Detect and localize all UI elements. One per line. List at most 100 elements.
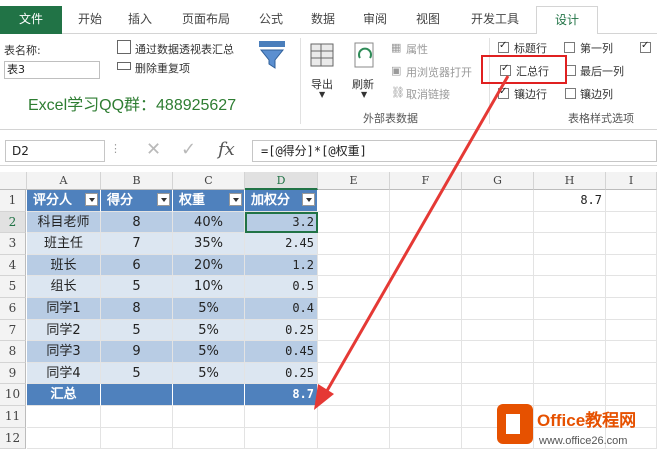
grid-cell[interactable] bbox=[606, 190, 657, 212]
grid-cell[interactable] bbox=[534, 211, 606, 234]
select-all-corner[interactable] bbox=[0, 172, 27, 190]
grid-cell[interactable] bbox=[462, 341, 534, 363]
row-header[interactable]: 7 bbox=[0, 319, 26, 342]
table-data-cell[interactable]: 35% bbox=[173, 233, 245, 255]
name-box[interactable]: D2 bbox=[5, 140, 105, 162]
tab-view[interactable]: 视图 bbox=[412, 8, 444, 34]
total-value-cell[interactable]: 8.7 bbox=[245, 384, 318, 406]
cell-h1[interactable]: 8.7 bbox=[534, 190, 606, 212]
row-header[interactable]: 4 bbox=[0, 254, 26, 277]
grid-cell[interactable] bbox=[318, 211, 390, 234]
column-header-g[interactable]: G bbox=[462, 172, 534, 190]
table-data-cell[interactable]: 20% bbox=[173, 254, 245, 277]
table-name-input[interactable]: 表3 bbox=[4, 61, 100, 79]
grid-cell[interactable] bbox=[318, 276, 390, 298]
table-data-cell[interactable]: 0.25 bbox=[245, 362, 318, 385]
row-header[interactable]: 9 bbox=[0, 362, 26, 385]
filter-button-checkbox[interactable] bbox=[640, 40, 651, 53]
table-data-cell[interactable]: 40% bbox=[173, 211, 245, 234]
table-data-cell[interactable]: 5 bbox=[101, 276, 173, 298]
grid-cell[interactable] bbox=[245, 427, 318, 450]
row-header[interactable]: 3 bbox=[0, 233, 26, 255]
grid-cell[interactable] bbox=[462, 233, 534, 255]
grid-cell[interactable] bbox=[606, 298, 657, 320]
name-box-dropdown-icon[interactable]: ⋮ bbox=[110, 142, 121, 155]
grid-cell[interactable] bbox=[462, 319, 534, 342]
filter-dropdown-icon[interactable] bbox=[85, 193, 98, 206]
grid-cell[interactable] bbox=[318, 427, 390, 450]
table-data-cell[interactable]: 9 bbox=[101, 341, 173, 363]
grid-cell[interactable] bbox=[173, 406, 245, 428]
total-row-cell[interactable] bbox=[173, 384, 245, 406]
column-header-d[interactable]: D bbox=[245, 172, 318, 190]
total-row-cell[interactable] bbox=[101, 384, 173, 406]
table-data-cell[interactable]: 5% bbox=[173, 298, 245, 320]
grid-cell[interactable] bbox=[318, 254, 390, 277]
table-data-cell[interactable]: 0.45 bbox=[245, 341, 318, 363]
grid-cell[interactable] bbox=[462, 254, 534, 277]
grid-cell[interactable] bbox=[390, 427, 462, 450]
tab-formulas[interactable]: 公式 bbox=[255, 8, 287, 34]
open-browser-button[interactable]: 用浏览器打开 bbox=[406, 64, 472, 80]
grid-cell[interactable] bbox=[390, 362, 462, 385]
banded-columns-checkbox[interactable] bbox=[565, 88, 576, 99]
table-data-cell[interactable]: 同学1 bbox=[27, 298, 101, 320]
table-header-cell[interactable]: 得分 bbox=[101, 190, 173, 212]
grid-cell[interactable] bbox=[462, 298, 534, 320]
banded-rows-checkbox[interactable] bbox=[498, 86, 509, 99]
grid-cell[interactable] bbox=[390, 298, 462, 320]
tab-review[interactable]: 审阅 bbox=[359, 8, 391, 34]
grid-cell[interactable] bbox=[27, 427, 101, 450]
table-data-cell[interactable]: 3.2 bbox=[245, 211, 318, 234]
grid-cell[interactable] bbox=[606, 276, 657, 298]
row-header[interactable]: 10 bbox=[0, 384, 26, 406]
grid-cell[interactable] bbox=[462, 276, 534, 298]
grid-cell[interactable] bbox=[101, 406, 173, 428]
table-data-cell[interactable]: 同学2 bbox=[27, 319, 101, 342]
row-header[interactable]: 5 bbox=[0, 276, 26, 298]
tab-design[interactable]: 设计 bbox=[536, 6, 598, 35]
table-data-cell[interactable]: 科目老师 bbox=[27, 211, 101, 234]
formula-input[interactable]: =[@得分]*[@权重] bbox=[252, 140, 657, 162]
first-column-checkbox[interactable] bbox=[564, 42, 575, 53]
row-header[interactable]: 6 bbox=[0, 298, 26, 320]
grid-cell[interactable] bbox=[318, 384, 390, 406]
tab-insert[interactable]: 插入 bbox=[124, 8, 156, 34]
tab-home[interactable]: 开始 bbox=[74, 8, 106, 34]
grid-cell[interactable] bbox=[606, 254, 657, 277]
grid-cell[interactable] bbox=[390, 384, 462, 406]
row-header[interactable]: 1 bbox=[0, 190, 26, 212]
row-header[interactable]: 11 bbox=[0, 406, 26, 428]
remove-duplicates-button[interactable]: 删除重复项 bbox=[135, 60, 190, 76]
column-header-c[interactable]: C bbox=[173, 172, 245, 190]
grid-cell[interactable] bbox=[390, 406, 462, 428]
table-data-cell[interactable]: 8 bbox=[101, 298, 173, 320]
grid-cell[interactable] bbox=[606, 233, 657, 255]
summarize-pivot-button[interactable]: 通过数据透视表汇总 bbox=[135, 41, 234, 57]
table-data-cell[interactable]: 0.25 bbox=[245, 319, 318, 342]
table-data-cell[interactable]: 6 bbox=[101, 254, 173, 277]
grid-cell[interactable] bbox=[606, 211, 657, 234]
column-header-h[interactable]: H bbox=[534, 172, 606, 190]
filter-dropdown-icon[interactable] bbox=[302, 193, 315, 206]
table-header-cell[interactable]: 加权分 bbox=[245, 190, 318, 212]
grid-cell[interactable] bbox=[462, 190, 534, 212]
column-header-a[interactable]: A bbox=[27, 172, 101, 190]
table-data-cell[interactable]: 0.5 bbox=[245, 276, 318, 298]
table-data-cell[interactable]: 7 bbox=[101, 233, 173, 255]
grid-cell[interactable] bbox=[390, 254, 462, 277]
table-data-cell[interactable]: 班主任 bbox=[27, 233, 101, 255]
table-data-cell[interactable]: 10% bbox=[173, 276, 245, 298]
table-data-cell[interactable]: 5% bbox=[173, 341, 245, 363]
grid-cell[interactable] bbox=[390, 341, 462, 363]
grid-cell[interactable] bbox=[462, 362, 534, 385]
properties-button[interactable]: 属性 bbox=[406, 41, 428, 57]
table-data-cell[interactable]: 5% bbox=[173, 319, 245, 342]
grid-cell[interactable] bbox=[318, 341, 390, 363]
table-data-cell[interactable]: 班长 bbox=[27, 254, 101, 277]
grid-cell[interactable] bbox=[390, 276, 462, 298]
column-header-e[interactable]: E bbox=[318, 172, 390, 190]
grid-cell[interactable] bbox=[534, 254, 606, 277]
table-header-cell[interactable]: 权重 bbox=[173, 190, 245, 212]
export-dropdown-icon[interactable]: ▼ bbox=[319, 90, 325, 99]
